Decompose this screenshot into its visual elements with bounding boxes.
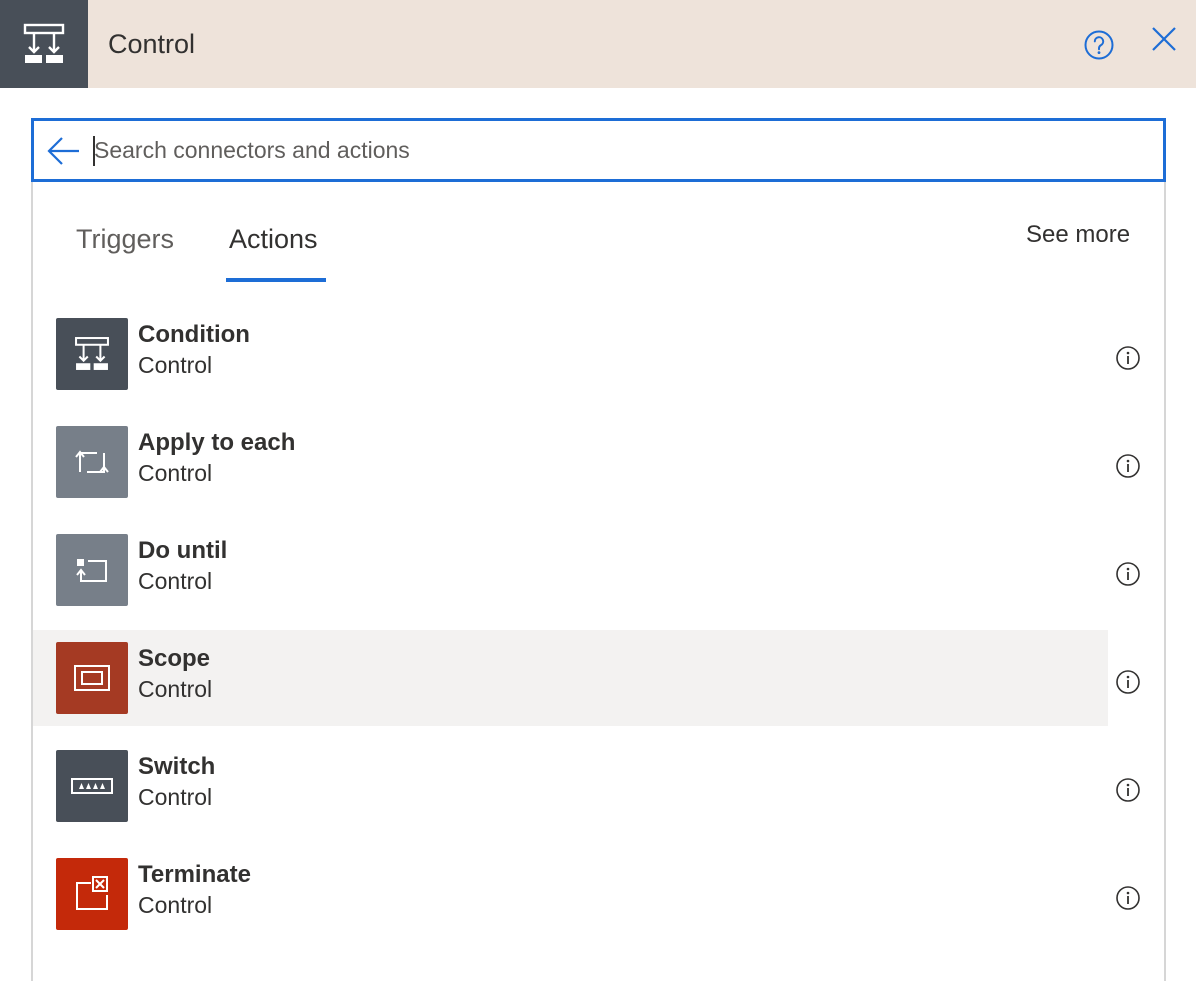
header-connector-icon-box [0, 0, 88, 88]
action-title: Scope [138, 645, 211, 672]
tab-actions[interactable]: Actions [229, 222, 318, 256]
info-button-do-until[interactable] [1115, 561, 1141, 587]
info-button-condition[interactable] [1115, 345, 1141, 371]
close-icon [1152, 27, 1176, 51]
action-item-switch[interactable]: Switch Control [33, 738, 1108, 834]
action-item-apply-to-each[interactable]: Apply to each Control [33, 414, 1108, 510]
tab-triggers[interactable]: Triggers [76, 222, 174, 256]
condition-icon [23, 23, 65, 63]
do-until-icon [56, 534, 128, 606]
info-button-scope[interactable] [1115, 669, 1141, 695]
terminate-icon [56, 858, 128, 930]
info-icon [1116, 346, 1140, 370]
info-button-switch[interactable] [1115, 777, 1141, 803]
action-connector: Control [138, 460, 213, 486]
info-icon [1116, 562, 1140, 586]
condition-icon [56, 318, 128, 390]
action-title: Switch [138, 753, 216, 780]
panel-header: Control [0, 0, 1196, 88]
back-button[interactable] [46, 136, 82, 166]
action-title: Apply to each [138, 429, 296, 456]
close-button[interactable] [1150, 25, 1178, 53]
search-input[interactable] [94, 131, 1134, 169]
action-connector: Control [138, 568, 213, 594]
info-icon [1116, 670, 1140, 694]
back-arrow-icon [47, 137, 79, 165]
action-title: Do until [138, 537, 228, 564]
action-connector: Control [138, 892, 213, 918]
action-item-scope[interactable]: Scope Control [33, 630, 1108, 726]
see-more-link[interactable]: See more [1026, 221, 1130, 249]
loop-icon [56, 426, 128, 498]
info-icon [1116, 454, 1140, 478]
action-item-do-until[interactable]: Do until Control [33, 522, 1108, 618]
info-button-terminate[interactable] [1115, 885, 1141, 911]
text-cursor [93, 136, 95, 166]
action-title: Condition [138, 321, 250, 348]
help-button[interactable] [1083, 29, 1115, 61]
action-connector: Control [138, 352, 213, 378]
scope-icon [56, 642, 128, 714]
page-title: Control [108, 29, 196, 59]
selected-tab-indicator [226, 278, 326, 282]
action-item-terminate[interactable]: Terminate Control [33, 846, 1108, 942]
switch-icon [56, 750, 128, 822]
action-connector: Control [138, 784, 213, 810]
info-icon [1116, 886, 1140, 910]
info-button-apply-to-each[interactable] [1115, 453, 1141, 479]
help-icon [1084, 30, 1114, 60]
info-icon [1116, 778, 1140, 802]
action-title: Terminate [138, 861, 251, 888]
action-item-condition[interactable]: Condition Control [33, 306, 1108, 402]
action-connector: Control [138, 676, 213, 702]
search-box[interactable] [31, 118, 1166, 182]
